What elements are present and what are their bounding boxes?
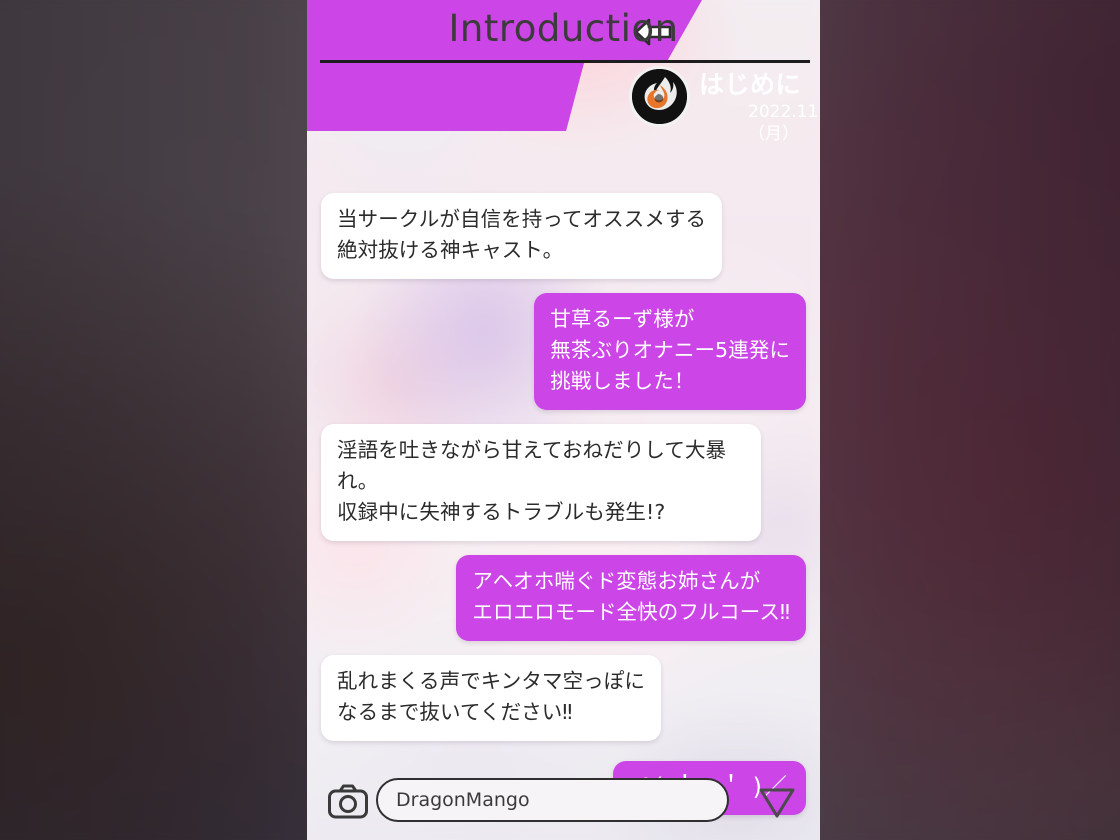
message-row: 甘草るーず様が 無茶ぶりオナニー5連発に 挑戦しました！	[321, 293, 806, 410]
message-input-bar	[307, 768, 820, 840]
message-input[interactable]	[376, 778, 729, 822]
message-row: 乱れまくる声でキンタマ空っぽに なるまで抜いてください‼	[321, 655, 806, 741]
message-bubble-outgoing: アヘオホ喘ぐド変態お姉さんが エロエロモード全快のフルコース‼	[456, 555, 806, 641]
message-bubble-incoming: 乱れまくる声でキンタマ空っぽに なるまで抜いてください‼	[321, 655, 661, 741]
chat-panel: Introduction はじめに 2022.11.07（月） 当サークルが自信…	[307, 0, 820, 840]
message-list: 当サークルが自信を持ってオススメする 絶対抜ける神キャスト。甘草るーず様が 無茶…	[307, 131, 820, 815]
message-bubble-incoming: 当サークルが自信を持ってオススメする 絶対抜ける神キャスト。	[321, 193, 723, 279]
message-row: 淫語を吐きながら甘えておねだりして大暴れ。 収録中に失神するトラブルも発生!?	[321, 424, 806, 541]
message-row: 当サークルが自信を持ってオススメする 絶対抜ける神キャスト。	[321, 193, 806, 279]
message-bubble-outgoing: 甘草るーず様が 無茶ぶりオナニー5連発に 挑戦しました！	[534, 293, 806, 410]
send-triangle-icon[interactable]	[755, 782, 799, 822]
app-root: Introduction はじめに 2022.11.07（月） 当サークルが自信…	[0, 0, 1120, 840]
profile-name: はじめに	[699, 70, 802, 99]
avatar[interactable]	[629, 66, 690, 127]
page-title: Introduction	[448, 7, 679, 50]
message-row: アヘオホ喘ぐド変態お姉さんが エロエロモード全快のフルコース‼	[321, 555, 806, 641]
message-bubble-incoming: 淫語を吐きながら甘えておねだりして大暴れ。 収録中に失神するトラブルも発生!?	[321, 424, 761, 541]
camera-icon[interactable]	[327, 783, 369, 821]
